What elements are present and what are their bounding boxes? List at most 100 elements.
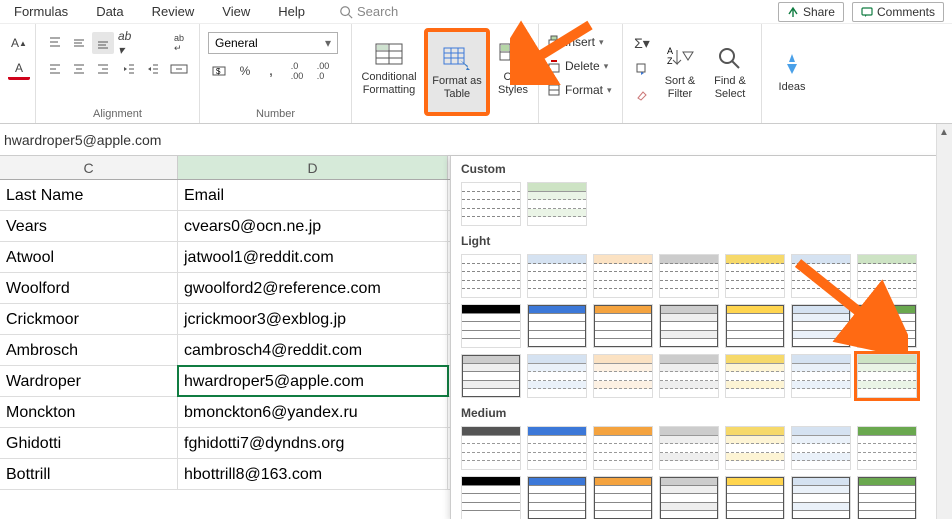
table-row[interactable]: Woolfordgwoolford2@reference.com xyxy=(0,273,450,304)
cell-email[interactable]: bmonckton6@yandex.ru xyxy=(178,397,448,427)
table-style-option[interactable] xyxy=(857,354,917,398)
table-style-option[interactable] xyxy=(527,182,587,226)
table-row[interactable]: Ghidottifghidotti7@dyndns.org xyxy=(0,428,450,459)
menu-formulas[interactable]: Formulas xyxy=(0,4,82,19)
align-right-button[interactable] xyxy=(92,58,114,80)
wrap-text-button[interactable]: ab↵ xyxy=(168,32,190,54)
table-style-option[interactable] xyxy=(527,354,587,398)
number-format-dropdown[interactable]: General▾ xyxy=(208,32,338,54)
table-style-option[interactable] xyxy=(593,254,653,298)
align-middle-button[interactable] xyxy=(68,32,90,54)
format-button[interactable]: Format▾ xyxy=(547,80,612,100)
table-style-option[interactable] xyxy=(791,476,851,519)
conditional-formatting-button[interactable]: Conditional Formatting xyxy=(354,28,424,108)
find-select-button[interactable]: Find & Select xyxy=(707,32,753,112)
merge-cells-button[interactable] xyxy=(168,58,190,80)
format-as-table-button[interactable]: Format as Table xyxy=(428,32,486,112)
cell-lastname[interactable]: Vears xyxy=(0,211,178,241)
table-style-option[interactable] xyxy=(461,254,521,298)
menu-data[interactable]: Data xyxy=(82,4,137,19)
increase-decimal-button[interactable]: .0.00 xyxy=(286,60,308,82)
table-style-option[interactable] xyxy=(461,354,521,398)
autosum-button[interactable]: Σ▾ xyxy=(631,32,653,54)
orientation-button[interactable]: ab ▾ xyxy=(118,32,140,54)
align-left-button[interactable] xyxy=(44,58,66,80)
table-style-option[interactable] xyxy=(725,254,785,298)
cell-email[interactable]: hbottrill8@163.com xyxy=(178,459,448,489)
table-row[interactable]: Ambroschcambrosch4@reddit.com xyxy=(0,335,450,366)
fill-button[interactable] xyxy=(631,58,653,80)
table-style-option[interactable] xyxy=(659,354,719,398)
table-style-option[interactable] xyxy=(659,304,719,348)
cell-lastname[interactable]: Ghidotti xyxy=(0,428,178,458)
table-row[interactable]: Atwooljatwool1@reddit.com xyxy=(0,242,450,273)
table-style-option[interactable] xyxy=(527,304,587,348)
table-style-option[interactable] xyxy=(593,426,653,470)
spreadsheet[interactable]: C D Last NameEmailVearscvears0@ocn.ne.jp… xyxy=(0,156,450,519)
vertical-scrollbar[interactable]: ▲ xyxy=(936,124,952,519)
search-box[interactable]: Search xyxy=(339,4,398,19)
cell-email[interactable]: fghidotti7@dyndns.org xyxy=(178,428,448,458)
table-style-option[interactable] xyxy=(725,426,785,470)
cell-lastname[interactable]: Ambrosch xyxy=(0,335,178,365)
table-style-option[interactable] xyxy=(857,426,917,470)
cell-lastname[interactable]: Woolford xyxy=(0,273,178,303)
accounting-format-button[interactable]: $ xyxy=(208,60,230,82)
cell-lastname[interactable]: Wardroper xyxy=(0,366,178,396)
cell-lastname[interactable]: Crickmoor xyxy=(0,304,178,334)
menu-help[interactable]: Help xyxy=(264,4,319,19)
table-style-option[interactable] xyxy=(461,426,521,470)
align-bottom-button[interactable] xyxy=(92,32,114,54)
clear-button[interactable] xyxy=(631,84,653,106)
table-style-option[interactable] xyxy=(527,254,587,298)
cell-styles-button[interactable]: Cell Styles xyxy=(490,28,536,108)
increase-font-button[interactable]: A▲ xyxy=(8,32,30,54)
sort-filter-button[interactable]: AZ Sort & Filter xyxy=(657,32,703,112)
cell-email[interactable]: hwardroper5@apple.com xyxy=(178,366,448,396)
table-row[interactable]: Vearscvears0@ocn.ne.jp xyxy=(0,211,450,242)
comma-format-button[interactable]: , xyxy=(260,60,282,82)
delete-button[interactable]: Delete▾ xyxy=(547,56,608,76)
table-style-option[interactable] xyxy=(593,304,653,348)
table-style-option[interactable] xyxy=(659,254,719,298)
table-style-option[interactable] xyxy=(527,476,587,519)
align-top-button[interactable] xyxy=(44,32,66,54)
cell-email[interactable]: cvears0@ocn.ne.jp xyxy=(178,211,448,241)
table-row[interactable]: Crickmoorjcrickmoor3@exblog.jp xyxy=(0,304,450,335)
table-style-option[interactable] xyxy=(791,304,851,348)
align-center-button[interactable] xyxy=(68,58,90,80)
insert-button[interactable]: Insert▾ xyxy=(547,32,604,52)
table-style-option[interactable] xyxy=(725,476,785,519)
decrease-decimal-button[interactable]: .00.0 xyxy=(312,60,334,82)
increase-indent-button[interactable] xyxy=(142,58,164,80)
table-row[interactable]: Moncktonbmonckton6@yandex.ru xyxy=(0,397,450,428)
cell-lastname[interactable]: Atwool xyxy=(0,242,178,272)
table-row[interactable]: Wardroperhwardroper5@apple.com xyxy=(0,366,450,397)
percent-format-button[interactable]: % xyxy=(234,60,256,82)
cell-lastname[interactable]: Bottrill xyxy=(0,459,178,489)
menu-review[interactable]: Review xyxy=(138,4,209,19)
table-style-option[interactable] xyxy=(857,476,917,519)
font-color-button[interactable]: A xyxy=(8,58,30,80)
menu-view[interactable]: View xyxy=(208,4,264,19)
formula-bar[interactable]: hwardroper5@apple.com xyxy=(0,124,952,156)
table-style-option[interactable] xyxy=(461,182,521,226)
cell-email[interactable]: jcrickmoor3@exblog.jp xyxy=(178,304,448,334)
table-style-option[interactable] xyxy=(461,476,521,519)
table-style-option[interactable] xyxy=(857,254,917,298)
cell-lastname[interactable]: Monckton xyxy=(0,397,178,427)
comments-button[interactable]: Comments xyxy=(852,2,944,22)
cell-email[interactable]: cambrosch4@reddit.com xyxy=(178,335,448,365)
table-style-option[interactable] xyxy=(593,354,653,398)
table-style-option[interactable] xyxy=(461,304,521,348)
table-style-option[interactable] xyxy=(791,426,851,470)
table-style-option[interactable] xyxy=(791,354,851,398)
cell-email[interactable]: jatwool1@reddit.com xyxy=(178,242,448,272)
table-style-option[interactable] xyxy=(725,354,785,398)
cell-email[interactable]: gwoolford2@reference.com xyxy=(178,273,448,303)
header-lastname[interactable]: Last Name xyxy=(0,180,178,210)
column-header-D[interactable]: D xyxy=(178,156,448,179)
scroll-up-button[interactable]: ▲ xyxy=(937,124,951,140)
table-style-option[interactable] xyxy=(659,476,719,519)
table-row[interactable]: Bottrillhbottrill8@163.com xyxy=(0,459,450,490)
